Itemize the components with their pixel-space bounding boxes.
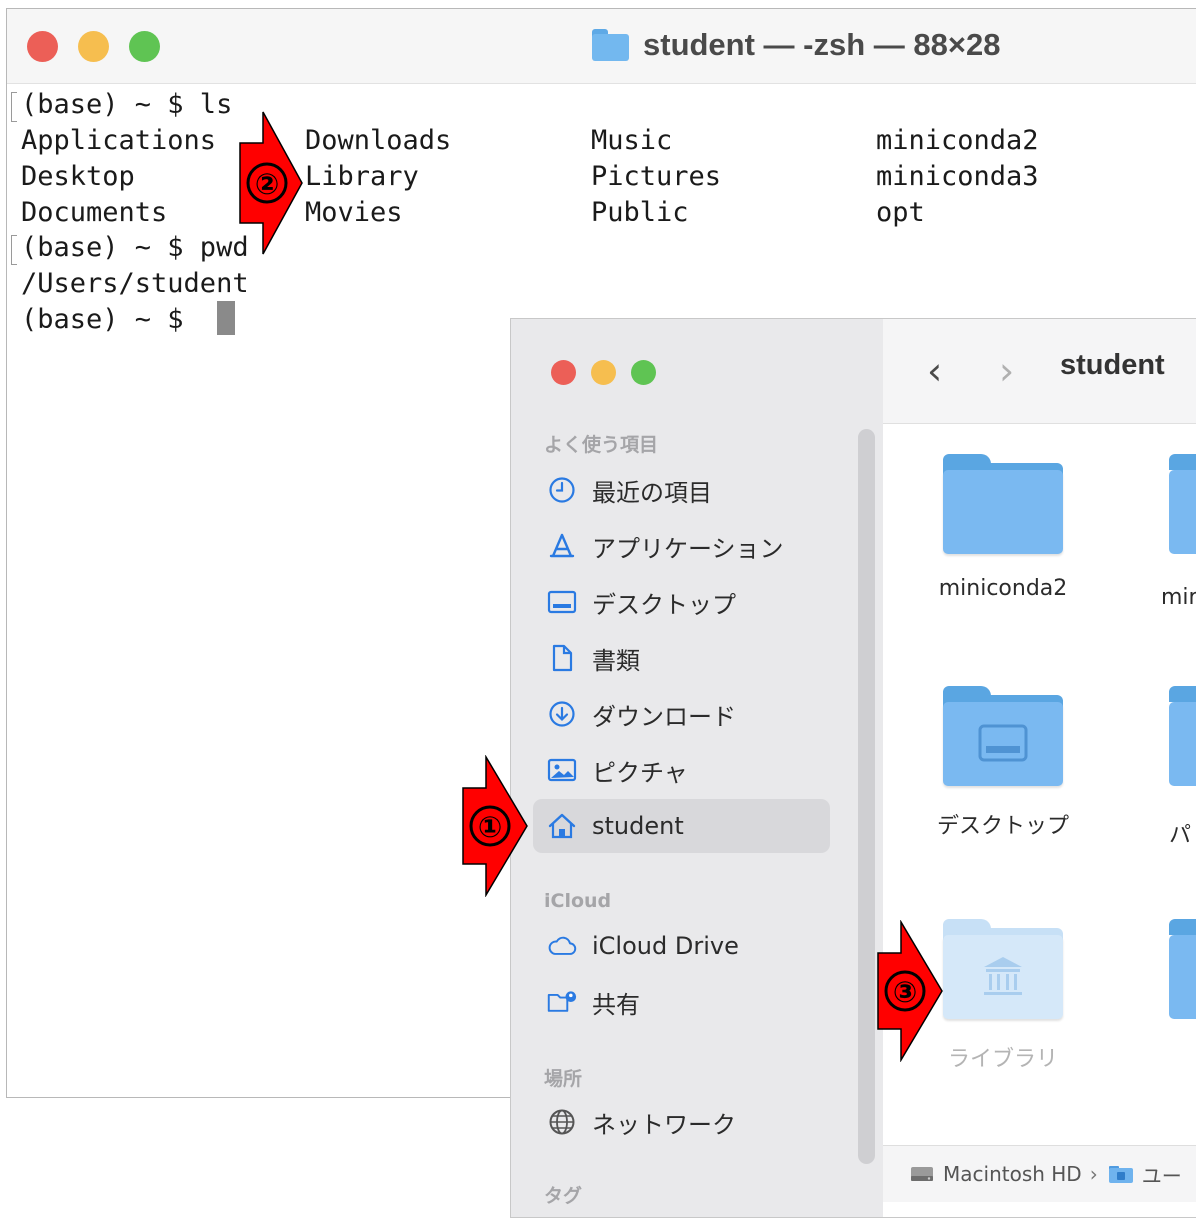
folder-item-miniconda2[interactable]: miniconda2 (913, 454, 1093, 601)
ls-entry: miniconda3 (876, 161, 1039, 192)
photo-icon (547, 755, 577, 785)
sidebar-item-student[interactable]: student (533, 799, 830, 853)
sidebar-scrollbar[interactable] (858, 429, 875, 1164)
download-icon (547, 699, 577, 729)
folder-item-desktop[interactable]: デスクトップ (913, 686, 1093, 840)
sidebar-item-network[interactable]: ネットワーク (533, 1095, 830, 1149)
home-icon (547, 811, 577, 841)
ls-entry: Pictures (591, 161, 722, 192)
annotation-arrow-3: ③ (877, 920, 943, 1062)
ls-entry: miniconda2 (876, 125, 1039, 156)
desktop-folder-icon (943, 686, 1063, 786)
path-separator: › (1089, 1162, 1098, 1186)
sidebar-item-label: ダウンロード (592, 702, 736, 731)
pwd-output: /Users/student (21, 268, 249, 299)
applications-icon (547, 531, 577, 561)
folder-label: デスクトップ (936, 814, 1069, 839)
finder-window: よく使う項目 最近の項目 アプリケーション デスクトップ 書類 ダウンロード ピ… (510, 318, 1196, 1218)
folder-icon[interactable] (1169, 454, 1196, 554)
forward-button[interactable]: › (999, 349, 1014, 393)
folder-label: miniconda2 (938, 576, 1068, 601)
section-header-icloud: iCloud (544, 890, 612, 912)
document-icon (547, 643, 577, 673)
minimize-button[interactable] (78, 31, 109, 62)
finder-title: student (1060, 349, 1165, 381)
sidebar-item-desktop[interactable]: デスクトップ (533, 575, 830, 629)
ls-entry: Music (591, 125, 673, 156)
sidebar-item-label: ネットワーク (592, 1110, 736, 1139)
annotation-arrow-2: ② (239, 111, 303, 255)
prompt-ls: (base) ~ $ ls (21, 89, 233, 120)
sidebar-item-icloud-drive[interactable]: iCloud Drive (533, 919, 830, 973)
clock-icon (547, 475, 577, 505)
path-segment-users[interactable]: ユー (1108, 1160, 1182, 1189)
annotation-number-3: ③ (893, 975, 918, 1009)
ls-entry: Movies (305, 197, 403, 228)
folder-icon (943, 454, 1063, 554)
folder-label: パ (1169, 823, 1192, 848)
sidebar-item-shared[interactable]: 共有 (533, 975, 830, 1029)
close-button[interactable] (551, 360, 576, 385)
terminal-titlebar: student — -zsh — 88×28 (7, 9, 1196, 84)
cloud-icon (547, 931, 577, 961)
annotation-arrow-1: ① (462, 755, 528, 897)
sidebar-item-label: iCloud Drive (592, 932, 739, 960)
text-cursor (217, 301, 235, 335)
path-segment-label: Macintosh HD (943, 1162, 1082, 1186)
sidebar-item-label: ピクチャ (592, 758, 688, 787)
finder-sidebar: よく使う項目 最近の項目 アプリケーション デスクトップ 書類 ダウンロード ピ… (511, 319, 884, 1217)
folder-icon[interactable] (1169, 919, 1196, 1019)
ls-entry: Desktop (21, 161, 135, 192)
network-icon (547, 1107, 577, 1137)
shared-folder-icon (547, 987, 577, 1017)
mark-bracket (11, 92, 17, 122)
prompt-pwd: (base) ~ $ pwd (21, 232, 249, 263)
path-bar: Macintosh HD › ユー (883, 1145, 1196, 1202)
terminal-title-text: student — -zsh — 88×28 (643, 27, 1001, 62)
hard-drive-icon (911, 1167, 933, 1181)
prompt-current[interactable]: (base) ~ $ (21, 303, 200, 337)
finder-content: ‹ › student miniconda2 mir デスクトップ パ ライブラ… (883, 319, 1196, 1217)
sidebar-item-label: 最近の項目 (592, 478, 712, 507)
section-header-favorites: よく使う項目 (544, 434, 659, 456)
annotation-number-1: ① (478, 810, 503, 844)
path-segment-label: ユー (1141, 1163, 1182, 1188)
ls-entry: opt (876, 197, 925, 228)
finder-toolbar: ‹ › student (883, 319, 1196, 424)
folder-icon[interactable] (1169, 686, 1196, 786)
ls-entry: Public (591, 197, 689, 228)
ls-entry: Downloads (305, 125, 452, 156)
path-segment-disk[interactable]: Macintosh HD (909, 1162, 1082, 1186)
terminal-title: student — -zsh — 88×28 (592, 23, 1000, 67)
annotation-number-2: ② (255, 167, 280, 201)
sidebar-item-documents[interactable]: 書類 (533, 631, 830, 685)
folder-label: mir (1161, 585, 1196, 610)
mark-bracket (11, 235, 17, 265)
sidebar-item-pictures[interactable]: ピクチャ (533, 743, 830, 797)
minimize-button[interactable] (591, 360, 616, 385)
zoom-button[interactable] (631, 360, 656, 385)
close-button[interactable] (27, 31, 58, 62)
library-folder-icon (943, 919, 1063, 1019)
sidebar-item-downloads[interactable]: ダウンロード (533, 687, 830, 741)
ls-entry: Documents (21, 197, 168, 228)
sidebar-item-label: 共有 (592, 990, 640, 1019)
zoom-button[interactable] (129, 31, 160, 62)
sidebar-item-label: アプリケーション (592, 534, 784, 563)
sidebar-item-applications[interactable]: アプリケーション (533, 519, 830, 573)
sidebar-item-recents[interactable]: 最近の項目 (533, 463, 830, 517)
desktop-icon (547, 587, 577, 617)
ls-entry: Applications (21, 125, 217, 156)
ls-entry: Library (305, 161, 419, 192)
section-header-locations: 場所 (544, 1068, 583, 1090)
back-button[interactable]: ‹ (927, 349, 942, 393)
users-folder-icon (1108, 1166, 1133, 1183)
folder-icon (592, 29, 629, 61)
sidebar-item-label: student (592, 812, 684, 840)
section-header-tags: タグ (544, 1185, 583, 1207)
sidebar-item-label: デスクトップ (592, 590, 736, 619)
sidebar-item-label: 書類 (592, 646, 640, 675)
